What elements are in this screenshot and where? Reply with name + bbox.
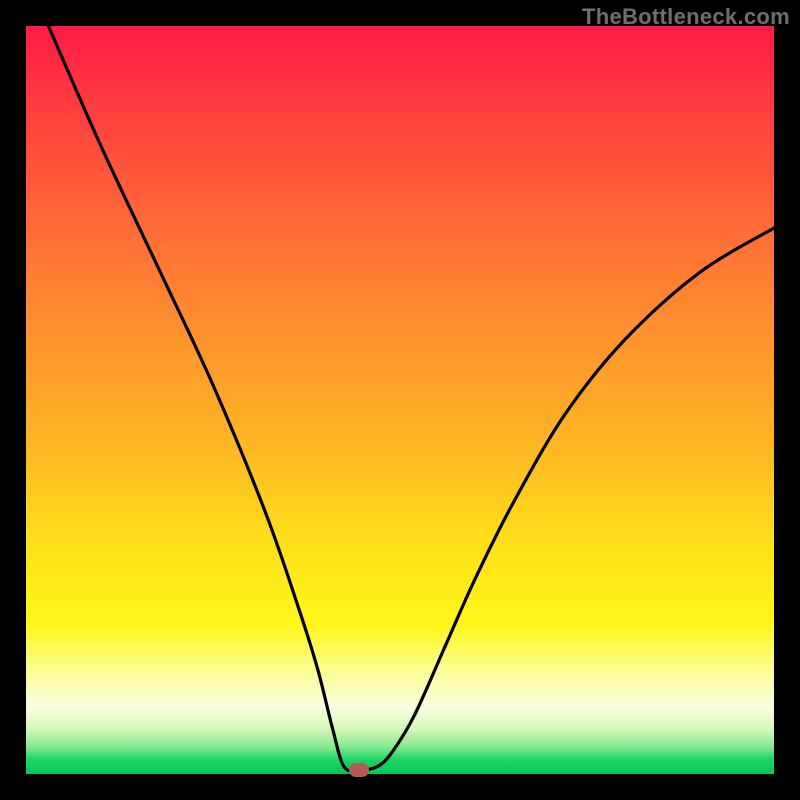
- chart-frame: TheBottleneck.com: [0, 0, 800, 800]
- chart-plot-area: [26, 26, 774, 774]
- watermark-text: TheBottleneck.com: [582, 4, 790, 30]
- bottleneck-curve: [26, 26, 774, 774]
- optimal-point-marker: [349, 763, 369, 777]
